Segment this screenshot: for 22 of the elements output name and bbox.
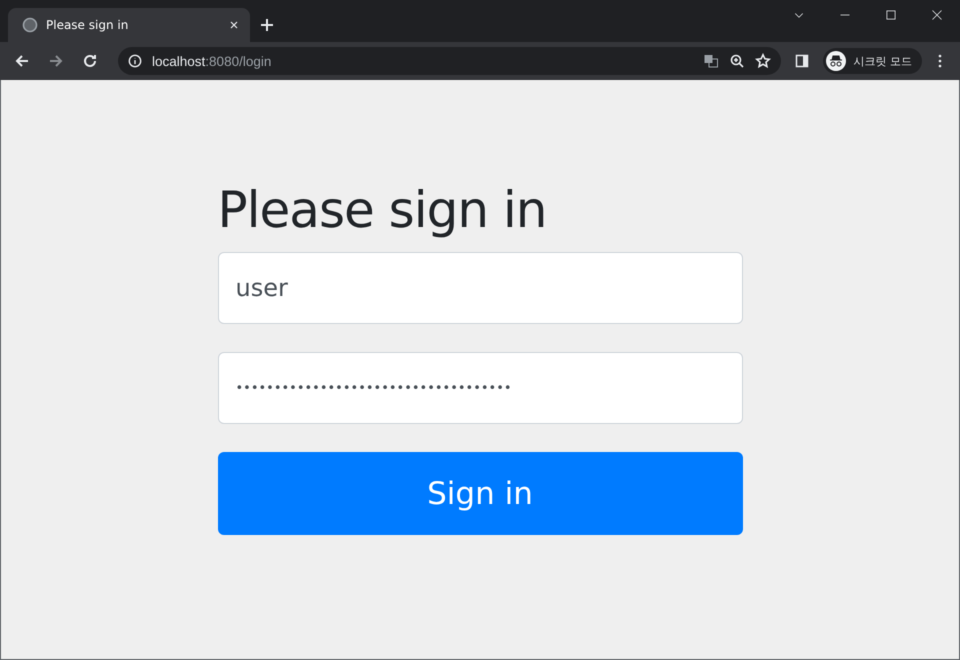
sign-in-button[interactable]: Sign in bbox=[218, 452, 742, 535]
forward-arrow-icon[interactable] bbox=[48, 53, 64, 69]
page-heading: Please sign in bbox=[218, 180, 548, 240]
address-bar[interactable]: localhost:8080/login bbox=[118, 47, 780, 75]
url-text: localhost:8080/login bbox=[152, 54, 272, 68]
tab-title: Please sign in bbox=[46, 18, 130, 32]
username-field[interactable]: user bbox=[218, 252, 742, 324]
maximize-icon[interactable] bbox=[885, 9, 897, 21]
side-panel-icon[interactable] bbox=[794, 53, 810, 69]
zoom-icon[interactable] bbox=[728, 53, 744, 69]
star-icon[interactable] bbox=[754, 53, 770, 69]
password-field[interactable]: •••••••••••••••••••••••••••••••••••• bbox=[218, 352, 742, 424]
reload-icon[interactable] bbox=[82, 53, 98, 69]
browser-tab[interactable]: Please sign in bbox=[8, 8, 250, 42]
incognito-label: 시크릿 모드 bbox=[854, 54, 912, 68]
incognito-badge[interactable]: 시크릿 모드 bbox=[822, 48, 922, 74]
new-tab-icon[interactable] bbox=[259, 17, 275, 33]
close-icon[interactable] bbox=[228, 19, 240, 31]
info-icon[interactable] bbox=[128, 54, 142, 68]
back-arrow-icon[interactable] bbox=[14, 53, 30, 69]
incognito-icon bbox=[826, 51, 846, 71]
close-icon[interactable] bbox=[931, 9, 943, 21]
